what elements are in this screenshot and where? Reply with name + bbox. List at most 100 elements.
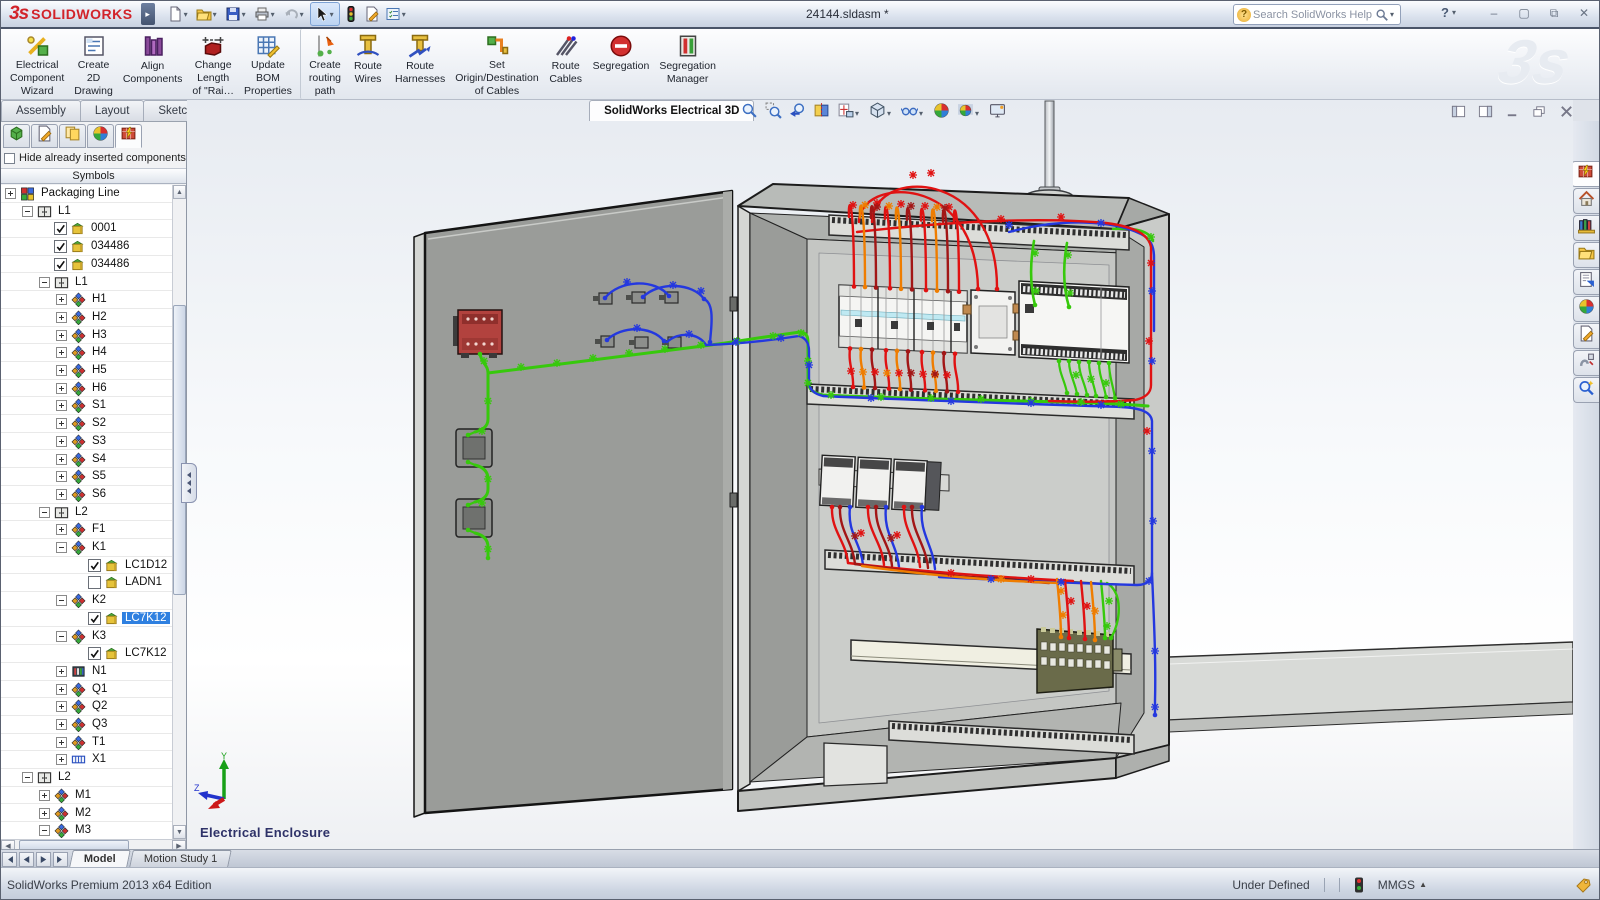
new-document-button[interactable]: ▾	[165, 2, 193, 26]
expander-plus-icon[interactable]	[5, 188, 16, 199]
tree-label[interactable]: K3	[89, 630, 109, 642]
tree-row-s5[interactable]: S5	[1, 468, 172, 486]
contactor-main[interactable]	[963, 290, 1022, 355]
menu-expand-button[interactable]: ▸	[141, 3, 155, 25]
tree-label[interactable]: H6	[89, 382, 110, 394]
route-harnesses-button[interactable]: RouteHarnesses	[390, 29, 450, 99]
document-properties-button[interactable]	[362, 2, 382, 26]
properties-tab[interactable]	[31, 124, 58, 148]
tree-row-034486[interactable]: 034486	[1, 238, 172, 256]
undo-button[interactable]: ▾	[281, 2, 309, 26]
tree-row-h3[interactable]: H3	[1, 327, 172, 345]
tree-row-0001[interactable]: 0001	[1, 220, 172, 238]
expander-plus-icon[interactable]	[39, 790, 50, 801]
tree-label[interactable]: S3	[89, 435, 109, 447]
tab-assembly[interactable]: Assembly	[1, 100, 81, 121]
door-relay[interactable]	[453, 310, 502, 358]
tree-label[interactable]: 034486	[88, 240, 132, 252]
tree-label[interactable]: LADN1	[122, 576, 165, 588]
update-bom-properties-button[interactable]: UpdateBOMProperties	[239, 29, 297, 99]
tree-label[interactable]: M2	[72, 807, 94, 819]
pane-left-button[interactable]	[1449, 104, 1467, 119]
tree-label[interactable]: M3	[72, 824, 94, 836]
appearance-tab[interactable]	[87, 124, 114, 148]
tree-row-n1[interactable]: N1	[1, 663, 172, 681]
options-caret-icon[interactable]: ▾	[402, 10, 406, 19]
visibility-checkbox[interactable]	[88, 576, 101, 589]
hide-inserted-checkbox[interactable]	[4, 153, 15, 164]
tree-label[interactable]: Q3	[89, 718, 110, 730]
components-tab[interactable]	[3, 124, 30, 148]
view-settings-button[interactable]	[987, 101, 1008, 125]
tree-row-q3[interactable]: Q3	[1, 716, 172, 734]
file-explorer-tab[interactable]	[1573, 242, 1599, 268]
scroll-thumb[interactable]	[173, 305, 186, 595]
tree-row-q1[interactable]: Q1	[1, 681, 172, 699]
solidworks-electrical-tab[interactable]	[1571, 161, 1599, 187]
expander-plus-icon[interactable]	[56, 719, 67, 730]
options-button[interactable]: ▾	[383, 2, 411, 26]
tree-label[interactable]: H1	[89, 293, 110, 305]
tree-row-h5[interactable]: H5	[1, 362, 172, 380]
expander-plus-icon[interactable]	[56, 754, 67, 765]
tree-label[interactable]: S1	[89, 399, 109, 411]
expander-minus-icon[interactable]	[39, 277, 50, 288]
zoom-previous-button[interactable]	[787, 101, 808, 125]
tree-label[interactable]: L1	[55, 205, 74, 217]
view-orientation-button[interactable]: ▾	[835, 101, 864, 125]
hide-show-items-button[interactable]: ▾	[899, 101, 928, 125]
open-caret-icon[interactable]: ▾	[213, 10, 217, 19]
appearances-scenes-tab[interactable]	[1573, 296, 1599, 322]
expander-minus-icon[interactable]	[56, 631, 67, 642]
tree-label[interactable]: M1	[72, 789, 94, 801]
tree-row-h6[interactable]: H6	[1, 380, 172, 398]
collision-detection-button[interactable]	[341, 2, 361, 26]
expander-minus-icon[interactable]	[39, 825, 50, 836]
edit-scene-button[interactable]: ▾	[955, 101, 984, 125]
tree-row-t1[interactable]: T1	[1, 734, 172, 752]
nav-previous-button[interactable]	[19, 852, 34, 867]
expander-plus-icon[interactable]	[56, 312, 67, 323]
save-button[interactable]: ▾	[223, 2, 251, 26]
expander-plus-icon[interactable]	[56, 347, 67, 358]
circuit-breakers[interactable]	[839, 285, 967, 353]
tree-scrollbar[interactable]: ▲ ▼	[172, 185, 186, 839]
expander-minus-icon[interactable]	[39, 507, 50, 518]
print-button[interactable]: ▾	[252, 2, 280, 26]
change-length-button[interactable]: ChangeLengthof "Rai…	[187, 29, 239, 99]
tree-row-lc7k12[interactable]: LC7K12	[1, 610, 172, 628]
tree-label[interactable]: K1	[89, 541, 109, 553]
expander-plus-icon[interactable]	[56, 684, 67, 695]
segregation-manager-button[interactable]: SegregationManager	[654, 29, 721, 99]
tree-label[interactable]: L2	[72, 506, 91, 518]
electrical-routing-tab[interactable]	[1573, 350, 1599, 376]
expander-plus-icon[interactable]	[56, 737, 67, 748]
tree-row-s4[interactable]: S4	[1, 451, 172, 469]
tree-label[interactable]: 034486	[88, 258, 132, 270]
tree-row-l2[interactable]: L2	[1, 769, 172, 787]
expander-plus-icon[interactable]	[56, 294, 67, 305]
nav-first-button[interactable]	[2, 852, 17, 867]
visibility-checkbox[interactable]	[88, 612, 101, 625]
tree-row-m1[interactable]: M1	[1, 787, 172, 805]
tree-row-f1[interactable]: F1	[1, 521, 172, 539]
tree-label[interactable]: H5	[89, 364, 110, 376]
tree-row-packaging-line[interactable]: Packaging Line	[1, 185, 172, 203]
tree-row-k2[interactable]: K2	[1, 592, 172, 610]
tree-label[interactable]: H2	[89, 311, 110, 323]
search-pane-tab[interactable]	[1573, 377, 1599, 403]
status-traffic-icon[interactable]	[1354, 877, 1364, 893]
tree-label[interactable]: K2	[89, 594, 109, 606]
search-input[interactable]	[1251, 8, 1375, 22]
tree-row-lc7k12[interactable]: LC7K12	[1, 645, 172, 663]
custom-properties-tab[interactable]	[1573, 323, 1599, 349]
tree-row-034486[interactable]: 034486	[1, 256, 172, 274]
visibility-checkbox[interactable]	[54, 222, 67, 235]
scroll-up-icon[interactable]: ▲	[173, 185, 186, 199]
zoom-to-area-button[interactable]	[763, 101, 784, 125]
tree-row-l1[interactable]: L1	[1, 203, 172, 221]
expander-plus-icon[interactable]	[39, 808, 50, 819]
view-palette-tab[interactable]	[1573, 269, 1599, 295]
tree-label[interactable]: LC7K12	[122, 647, 170, 659]
segregation-button[interactable]: Segregation	[588, 29, 655, 99]
